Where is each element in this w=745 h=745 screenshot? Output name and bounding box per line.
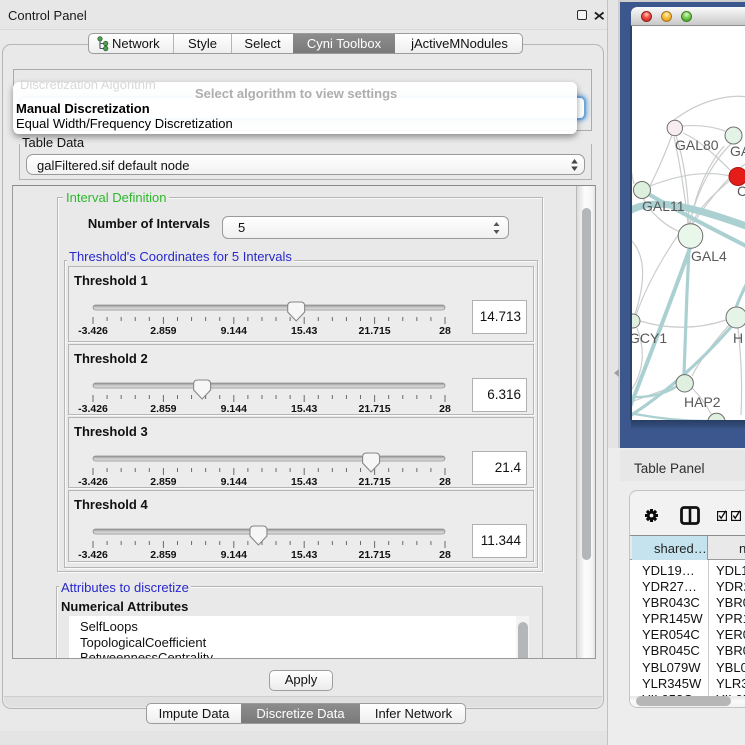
svg-text:H: H <box>733 330 743 346</box>
svg-text:15.43: 15.43 <box>291 325 317 337</box>
svg-text:15.43: 15.43 <box>291 549 317 561</box>
svg-text:21.715: 21.715 <box>359 549 391 561</box>
svg-text:9.144: 9.144 <box>221 476 247 488</box>
svg-text:HAP2: HAP2 <box>684 394 721 410</box>
svg-text:28: 28 <box>439 476 451 488</box>
svg-text:GAL80: GAL80 <box>675 137 719 153</box>
svg-text:28: 28 <box>439 325 451 337</box>
svg-text:2.859: 2.859 <box>150 325 176 337</box>
svg-text:-3.426: -3.426 <box>78 325 108 337</box>
svg-text:28: 28 <box>439 549 451 561</box>
svg-text:GCY1: GCY1 <box>632 330 667 346</box>
svg-text:15.43: 15.43 <box>291 403 317 415</box>
svg-text:21.715: 21.715 <box>359 325 391 337</box>
svg-text:15.43: 15.43 <box>291 476 317 488</box>
svg-text:21.715: 21.715 <box>359 476 391 488</box>
svg-text:GAL4: GAL4 <box>691 248 727 264</box>
svg-text:C: C <box>737 183 745 199</box>
svg-text:GAL11: GAL11 <box>642 198 685 214</box>
svg-text:-3.426: -3.426 <box>78 549 108 561</box>
svg-text:GA: GA <box>730 143 745 159</box>
svg-text:21.715: 21.715 <box>359 403 391 415</box>
svg-text:2.859: 2.859 <box>150 476 176 488</box>
svg-text:9.144: 9.144 <box>221 325 247 337</box>
svg-text:9.144: 9.144 <box>221 549 247 561</box>
svg-text:28: 28 <box>439 403 451 415</box>
svg-text:-3.426: -3.426 <box>78 476 108 488</box>
svg-text:-3.426: -3.426 <box>78 403 108 415</box>
svg-text:2.859: 2.859 <box>150 549 176 561</box>
svg-text:2.859: 2.859 <box>150 403 176 415</box>
svg-text:9.144: 9.144 <box>221 403 247 415</box>
